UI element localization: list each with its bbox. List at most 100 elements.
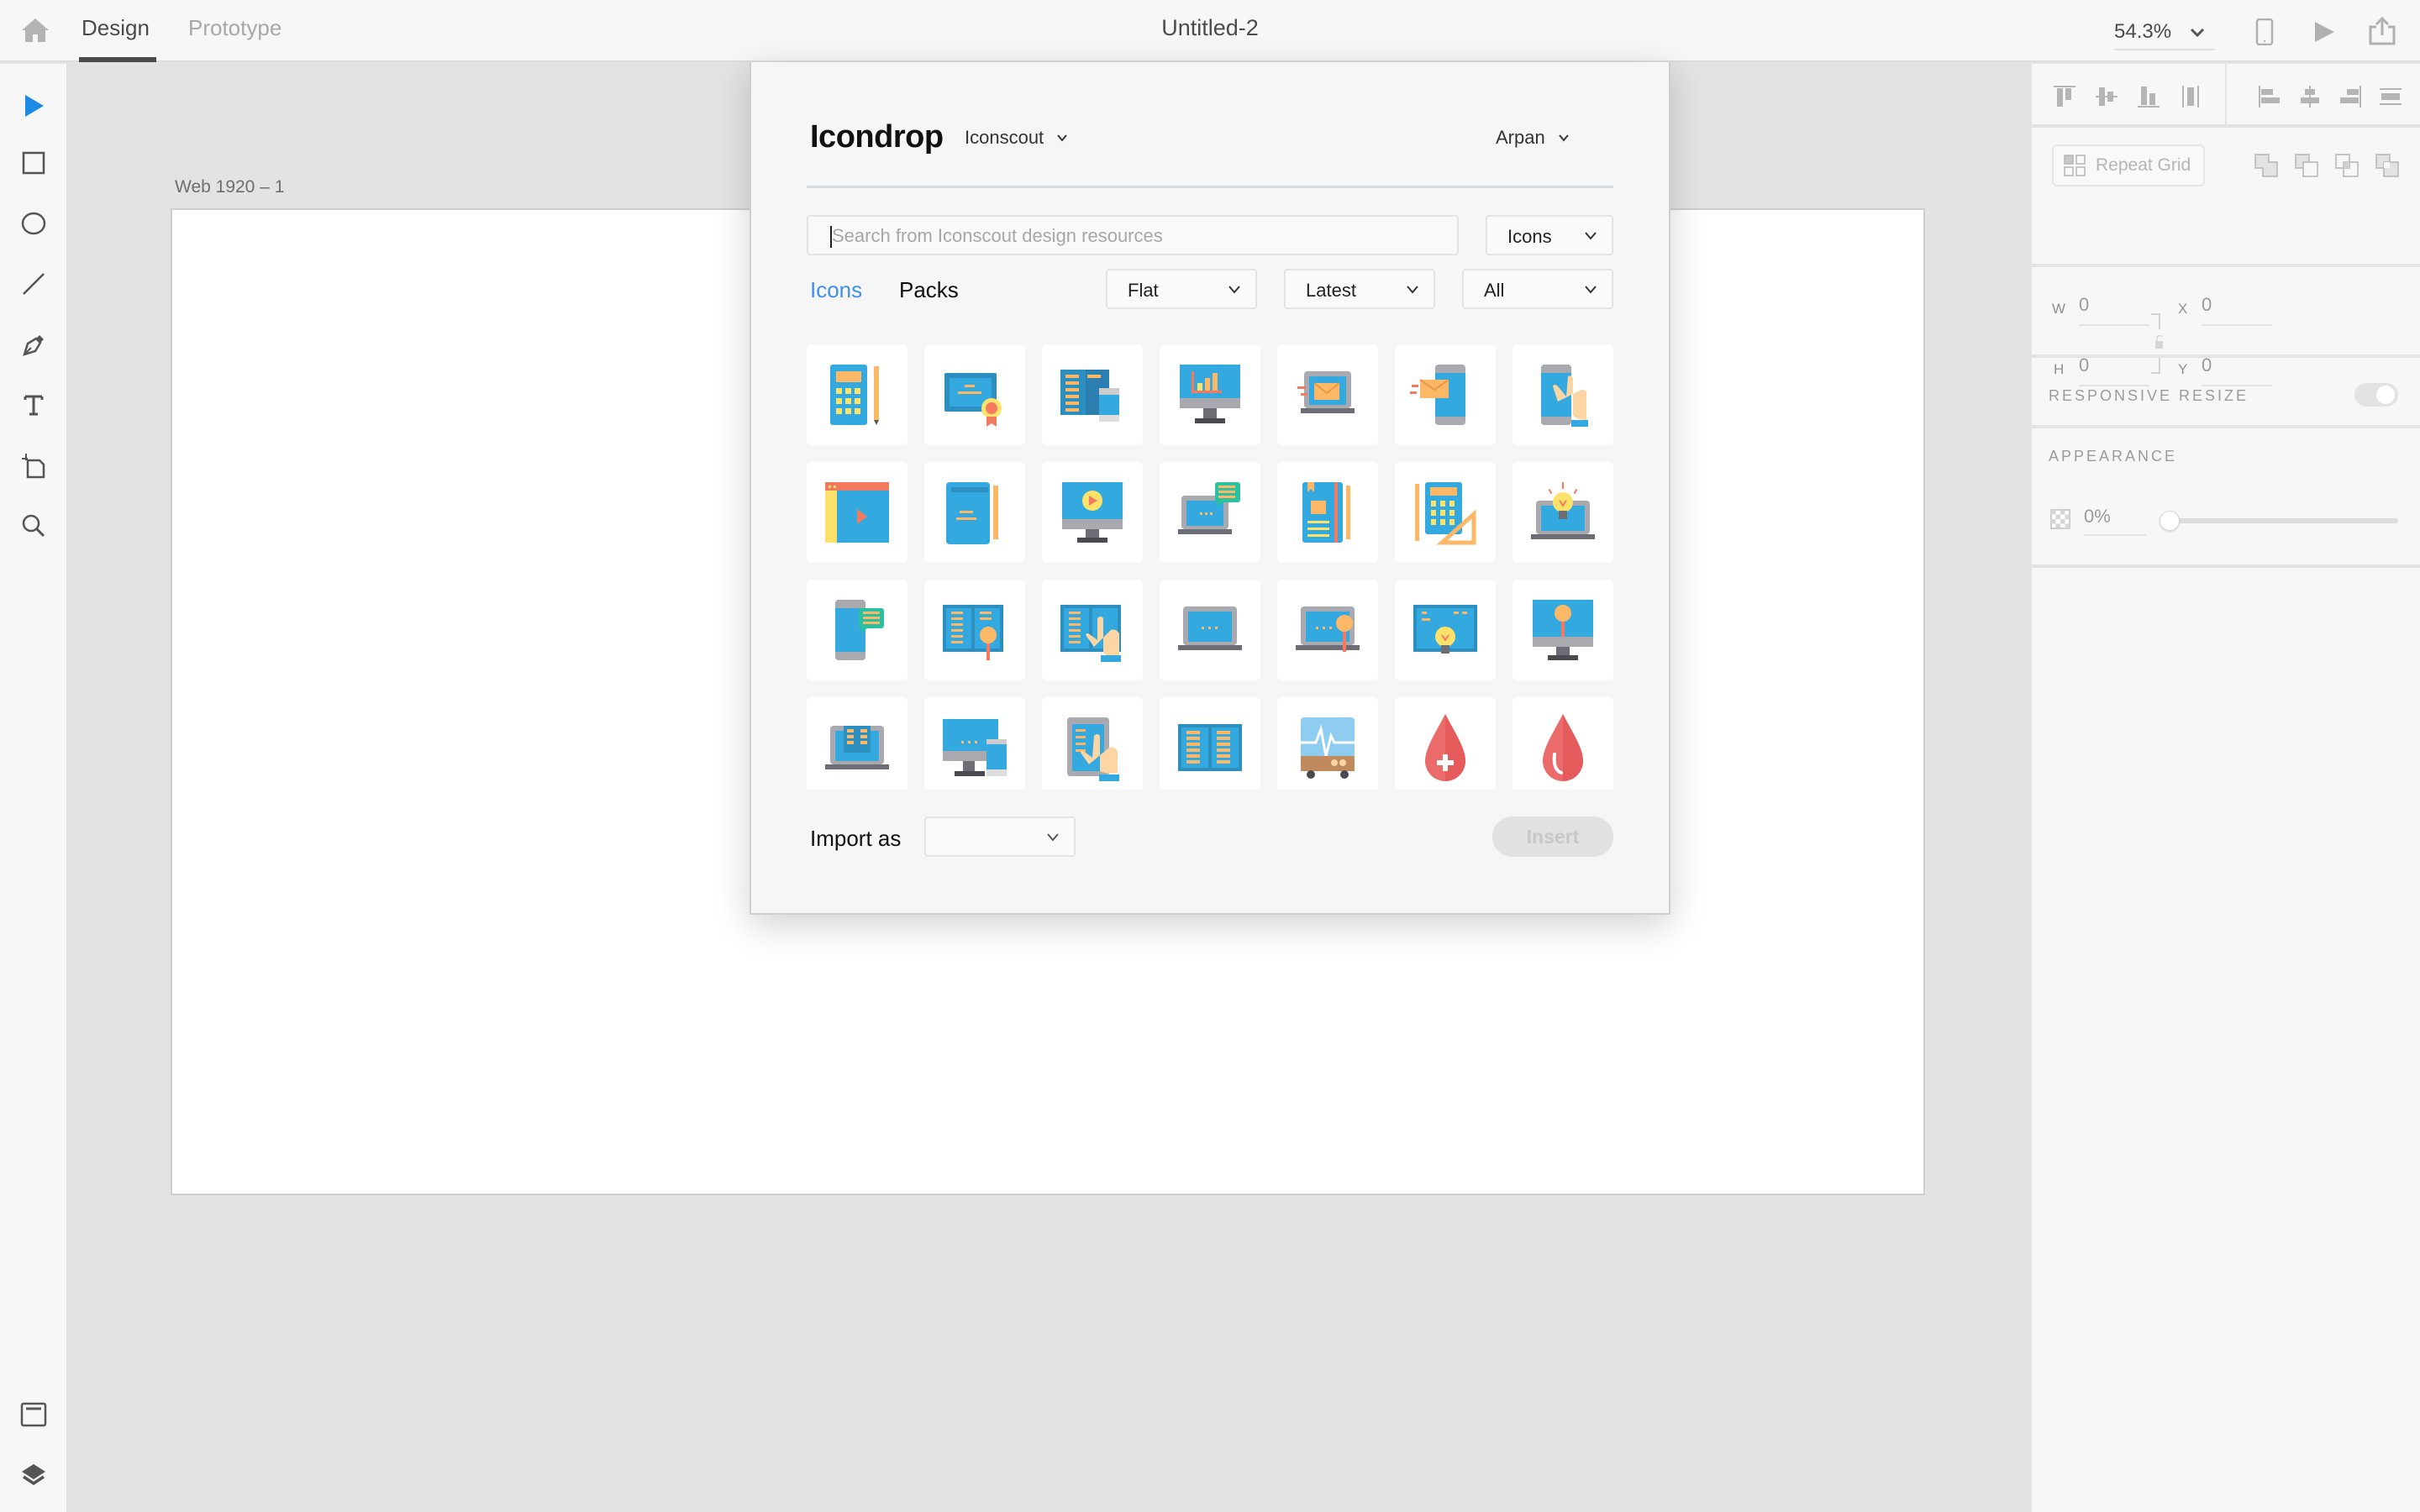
icon-result-card[interactable] — [1512, 580, 1613, 680]
calculator-pencil-icon — [830, 365, 879, 425]
subtab-icons[interactable]: Icons — [810, 277, 862, 303]
layers-panel-button[interactable] — [18, 1460, 49, 1490]
active-tab-indicator — [79, 57, 156, 62]
zoom-level-dropdown[interactable]: 54.3% — [2114, 17, 2215, 50]
assets-panel-button[interactable] — [18, 1399, 49, 1430]
select-tool[interactable] — [18, 91, 49, 121]
align-left-icon[interactable] — [2257, 84, 2282, 109]
subtab-packs[interactable]: Packs — [899, 277, 959, 303]
height-field[interactable]: 0 — [2079, 354, 2149, 386]
icon-result-card[interactable] — [1395, 462, 1496, 563]
search-box[interactable] — [807, 215, 1459, 255]
text-tool[interactable] — [18, 390, 49, 420]
icon-result-card[interactable] — [1512, 697, 1613, 790]
chevron-down-icon — [1407, 286, 1418, 294]
icon-result-card[interactable] — [1042, 344, 1143, 445]
icon-result-card[interactable] — [1277, 580, 1378, 680]
layers-icon — [22, 1464, 45, 1486]
pen-tool[interactable] — [18, 329, 49, 360]
style-filter-select[interactable]: Flat — [1106, 269, 1257, 309]
icon-result-card[interactable] — [1042, 462, 1143, 563]
icon-result-card[interactable] — [1160, 344, 1260, 445]
import-as-select[interactable] — [924, 816, 1076, 857]
icon-result-card[interactable] — [1277, 344, 1378, 445]
source-dropdown[interactable]: Iconscout — [965, 127, 1069, 149]
boolean-subtract-icon[interactable] — [2294, 153, 2319, 178]
ellipse-tool[interactable] — [18, 208, 49, 239]
opacity-field[interactable]: 0% — [2084, 506, 2146, 536]
zoom-tool[interactable] — [18, 511, 49, 541]
icon-results-grid[interactable] — [807, 344, 1613, 790]
width-field[interactable]: 0 — [2079, 294, 2149, 326]
toggle-knob — [2376, 386, 2395, 404]
section-divider — [2032, 425, 2420, 428]
device-preview-icon[interactable] — [2255, 18, 2274, 45]
user-dropdown[interactable]: Arpan — [1496, 127, 1570, 149]
play-icon[interactable] — [2312, 20, 2336, 44]
resource-type-select[interactable]: Icons — [1486, 215, 1613, 255]
blood-drop-plus-icon — [1425, 714, 1465, 781]
section-divider — [2032, 564, 2420, 568]
boolean-intersect-icon[interactable] — [2334, 153, 2360, 178]
icon-result-card[interactable] — [1042, 580, 1143, 680]
boolean-add-icon[interactable] — [2254, 153, 2279, 178]
laptop-mail-icon — [1297, 371, 1355, 413]
zoom-level-value: 54.3% — [2114, 20, 2172, 43]
icon-result-card[interactable] — [1395, 344, 1496, 445]
icon-result-card[interactable] — [1277, 462, 1378, 563]
icon-result-card[interactable] — [924, 580, 1025, 680]
align-top-icon[interactable] — [2052, 84, 2077, 109]
align-middle-icon[interactable] — [2094, 84, 2119, 109]
repeat-grid-button[interactable]: Repeat Grid — [2052, 144, 2205, 186]
monitor-search-icon — [1533, 600, 1593, 660]
insert-button[interactable]: Insert — [1492, 816, 1613, 857]
distribute-horizontal-icon[interactable] — [2178, 84, 2203, 109]
monitor-video-icon — [1062, 482, 1123, 543]
chevron-down-icon — [1585, 232, 1597, 240]
icon-result-card[interactable] — [1512, 462, 1613, 563]
icon-result-card[interactable] — [807, 462, 908, 563]
icon-result-card[interactable] — [1160, 580, 1260, 680]
laptop-chat-icon — [1178, 482, 1240, 534]
lock-aspect-icon[interactable] — [2151, 312, 2163, 375]
y-field[interactable]: 0 — [2202, 354, 2272, 386]
icon-result-card[interactable] — [807, 580, 908, 680]
icon-result-card[interactable] — [924, 462, 1025, 563]
align-right-icon[interactable] — [2338, 84, 2363, 109]
icon-result-card[interactable] — [1395, 697, 1496, 790]
icon-result-card[interactable] — [807, 344, 908, 445]
icon-result-card[interactable] — [1512, 344, 1613, 445]
icon-result-card[interactable] — [1395, 580, 1496, 680]
sort-filter-select[interactable]: Latest — [1284, 269, 1435, 309]
share-icon[interactable] — [2368, 17, 2396, 45]
header-divider — [807, 186, 1613, 188]
certificate-icon — [944, 373, 1002, 427]
x-field[interactable]: 0 — [2202, 294, 2272, 326]
align-center-icon[interactable] — [2297, 84, 2323, 109]
icon-result-card[interactable] — [1160, 697, 1260, 790]
icon-result-card[interactable] — [924, 697, 1025, 790]
opacity-slider-thumb[interactable] — [2160, 511, 2180, 531]
boolean-exclude-icon[interactable] — [2375, 153, 2400, 178]
video-window-icon — [825, 482, 889, 543]
icon-result-card[interactable] — [1277, 697, 1378, 790]
app-header: Design Prototype Untitled-2 54.3% — [0, 0, 2420, 62]
icon-result-card[interactable] — [1042, 697, 1143, 790]
price-filter-select[interactable]: All — [1462, 269, 1613, 309]
x-label: X — [2178, 301, 2188, 317]
search-input[interactable] — [832, 222, 1420, 250]
distribute-vertical-icon[interactable] — [2378, 84, 2403, 109]
line-tool[interactable] — [18, 269, 49, 299]
y-label: Y — [2178, 361, 2188, 377]
align-bottom-icon[interactable] — [2136, 84, 2161, 109]
responsive-resize-toggle[interactable] — [2354, 383, 2398, 407]
phone-touch-icon — [1541, 365, 1588, 427]
opacity-slider-track[interactable] — [2168, 518, 2398, 523]
rectangle-tool[interactable] — [18, 148, 49, 178]
artboard-tool[interactable] — [18, 450, 49, 480]
icon-result-card[interactable] — [807, 697, 908, 790]
artboard-label[interactable]: Web 1920 – 1 — [175, 177, 284, 197]
icon-result-card[interactable] — [1160, 462, 1260, 563]
laptop-idea-icon — [1531, 482, 1595, 539]
icon-result-card[interactable] — [924, 344, 1025, 445]
